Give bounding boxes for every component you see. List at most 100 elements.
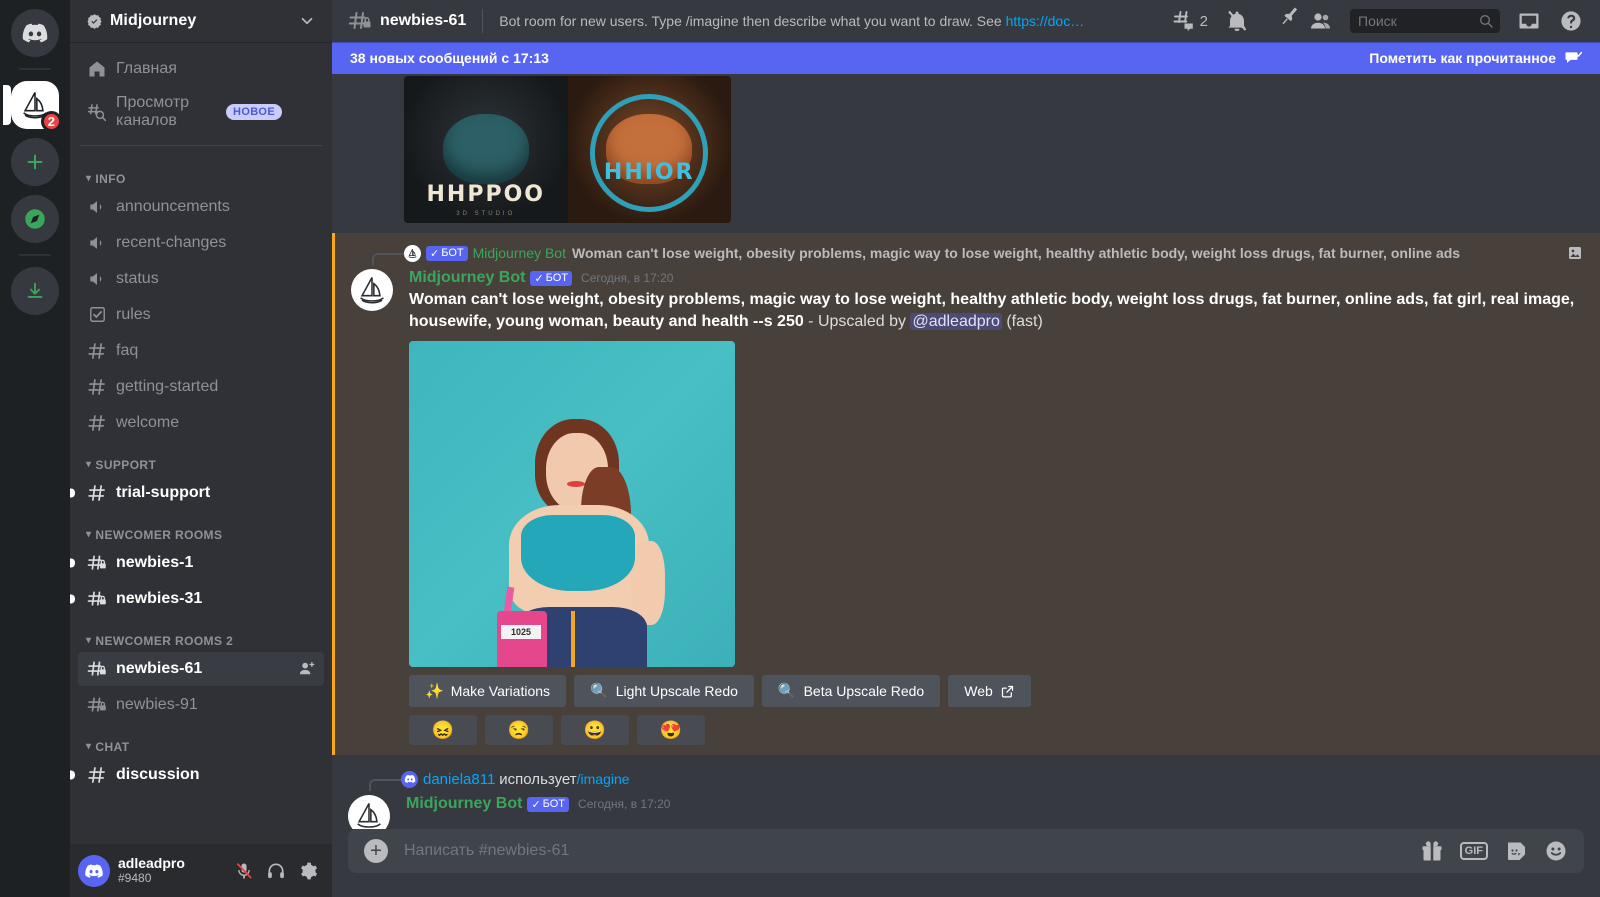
sidebar-item-discussion[interactable]: discussion: [70, 758, 324, 792]
gi-sports-top: [521, 515, 635, 591]
sticker-icon[interactable]: [1504, 839, 1528, 863]
beta-upscale-redo-button[interactable]: 🔍 Beta Upscale Redo: [761, 675, 941, 707]
sidebar-item-rules[interactable]: rules: [78, 298, 324, 332]
message-input[interactable]: Написать #newbies-61: [404, 831, 1420, 871]
sidebar-item-trial-support[interactable]: trial-support: [70, 476, 324, 510]
gear-icon[interactable]: [292, 855, 324, 887]
reply-author[interactable]: Midjourney Bot: [473, 245, 566, 261]
search-input[interactable]: Поиск: [1350, 9, 1500, 33]
sidebar-item-label: status: [116, 269, 159, 287]
hippo-logo-pair-image[interactable]: HHPPOO 3D STUDIO HHIOR: [404, 76, 731, 223]
hippo-logo-left: HHPPOO 3D STUDIO: [404, 76, 568, 223]
hash-lock-icon: [86, 658, 108, 680]
sidebar-item-recent-changes[interactable]: recent-changes: [78, 226, 324, 260]
search-placeholder: Поиск: [1358, 13, 1397, 29]
microphone-muted-icon[interactable]: [228, 855, 260, 887]
bot-tag: ✓ БОТ: [426, 245, 468, 261]
category-chat[interactable]: ▾ CHAT: [70, 724, 332, 758]
category-label: NEWCOMER ROOMS 2: [95, 633, 234, 648]
bell-muted-icon[interactable]: [1223, 7, 1251, 35]
message-header: Midjourney Bot ✓ БОТ Сегодня, в 17:20: [406, 795, 1584, 813]
add-member-icon[interactable]: [298, 660, 316, 678]
chevron-down-icon: ▾: [86, 173, 92, 185]
unread-indicator: [70, 770, 75, 780]
sidebar-item-newbies-61[interactable]: newbies-61: [78, 651, 324, 686]
channel-topic[interactable]: Bot room for new users. Type /imagine th…: [499, 13, 1162, 29]
confounded-face-reaction[interactable]: 😖: [409, 715, 477, 745]
headphones-icon[interactable]: [260, 855, 292, 887]
members-icon[interactable]: [1307, 7, 1335, 35]
sidebar-item-newbies-91[interactable]: newbies-91: [78, 688, 324, 722]
pin-icon[interactable]: [1265, 7, 1298, 35]
unamused-face-reaction[interactable]: 😒: [485, 715, 553, 745]
composer-area: + Написать #newbies-61 GIF: [332, 829, 1600, 897]
sidebar-item-browse-channels[interactable]: Просмотр каналов НОВОЕ: [78, 88, 324, 137]
sidebar-item-label: discussion: [116, 765, 200, 783]
reply-text: Woman can't lose weight, obesity problem…: [571, 245, 1461, 261]
avatar[interactable]: [351, 269, 393, 311]
grinning-face-reaction[interactable]: 😀: [561, 715, 629, 745]
sidebar-item-label: Просмотр каналов: [116, 94, 190, 130]
home-server-button[interactable]: [11, 9, 59, 57]
sailboat-avatar-icon: [404, 244, 421, 262]
threads-icon[interactable]: [1170, 7, 1198, 35]
sidebar-item-label: rules: [116, 305, 151, 323]
channel-topic-link[interactable]: https://doc…: [1006, 13, 1085, 29]
sidebar-item-announcements[interactable]: announcements: [78, 190, 324, 224]
sidebar-item-label: trial-support: [116, 483, 211, 501]
add-attachment-icon[interactable]: +: [364, 839, 388, 863]
sidebar-item-status[interactable]: status: [78, 262, 324, 296]
help-icon[interactable]: [1557, 7, 1585, 35]
channel-list[interactable]: Главная Просмотр каналов НОВОЕ ▾ INFO an…: [70, 42, 332, 897]
chevron-down-icon: ▾: [86, 635, 92, 647]
message-author[interactable]: Midjourney Bot: [406, 795, 522, 813]
active-server-pill: [3, 85, 11, 125]
hash-icon: [86, 376, 108, 398]
category-newcomer-rooms-2[interactable]: ▾ NEWCOMER ROOMS 2: [70, 618, 332, 652]
sparkles-icon: ✨: [425, 683, 444, 700]
reply-preview[interactable]: ✓ БОТ Midjourney Bot Woman can't lose we…: [335, 241, 1584, 265]
light-upscale-redo-button[interactable]: 🔍 Light Upscale Redo: [574, 675, 754, 707]
new-messages-banner[interactable]: 38 новых сообщений с 17:13 Пометить как …: [332, 42, 1600, 74]
user-mention[interactable]: @adleadpro: [910, 313, 1002, 330]
message-author[interactable]: Midjourney Bot: [409, 269, 525, 287]
gif-picker-button[interactable]: GIF: [1459, 841, 1488, 861]
heart-eyes-face-reaction[interactable]: 😍: [637, 715, 705, 745]
server-icon-midjourney[interactable]: 2: [3, 81, 62, 132]
magnifier-icon: 🔍: [590, 683, 609, 700]
category-newcomer-rooms[interactable]: ▾ NEWCOMER ROOMS: [70, 512, 332, 546]
category-info[interactable]: ▾ INFO: [70, 156, 332, 190]
generated-plus-size-woman-image[interactable]: 1025: [409, 341, 735, 667]
message-composer[interactable]: + Написать #newbies-61 GIF: [348, 829, 1584, 873]
emoji-icon[interactable]: [1544, 839, 1568, 863]
inbox-icon[interactable]: [1515, 7, 1543, 35]
reply-preview[interactable]: daniela811 использует /imagine: [332, 767, 1584, 791]
channel-header: newbies-61 Bot room for new users. Type …: [332, 0, 1600, 42]
sidebar-item-faq[interactable]: faq: [78, 334, 324, 368]
make-variations-button[interactable]: ✨ Make Variations: [409, 675, 567, 707]
category-support[interactable]: ▾ SUPPORT: [70, 442, 332, 476]
sidebar-item-getting-started[interactable]: getting-started: [78, 370, 324, 404]
sidebar-item-newbies-1[interactable]: newbies-1: [70, 546, 324, 580]
mark-as-read-button[interactable]: Пометить как прочитанное: [1369, 49, 1582, 67]
slash-command[interactable]: /imagine: [577, 771, 630, 787]
message-header: Midjourney Bot ✓ БОТ Сегодня, в 17:20: [409, 269, 1584, 287]
sidebar-item-welcome[interactable]: welcome: [78, 406, 324, 440]
add-server-button[interactable]: [11, 138, 59, 186]
sidebar-item-home[interactable]: Главная: [78, 52, 324, 86]
chevron-down-icon[interactable]: [298, 12, 316, 30]
avatar[interactable]: [348, 795, 390, 829]
gift-icon[interactable]: [1420, 839, 1444, 863]
download-apps-button[interactable]: [11, 267, 59, 315]
server-header-button[interactable]: Midjourney: [70, 0, 332, 42]
message-list[interactable]: HHPPOO 3D STUDIO HHIOR ✓ БОТ Midjourney …: [332, 74, 1600, 829]
new-badge: НОВОЕ: [226, 104, 283, 121]
sidebar-item-newbies-31[interactable]: newbies-31: [70, 582, 324, 616]
image-attachment-icon: [1567, 245, 1584, 262]
sidebar-item-label: newbies-1: [116, 553, 194, 571]
explore-servers-button[interactable]: [11, 195, 59, 243]
web-button[interactable]: Web: [948, 675, 1031, 707]
user-identity[interactable]: adleadpro #9480: [118, 856, 228, 886]
avatar[interactable]: [78, 854, 110, 887]
reply-author[interactable]: daniela811: [423, 771, 495, 788]
